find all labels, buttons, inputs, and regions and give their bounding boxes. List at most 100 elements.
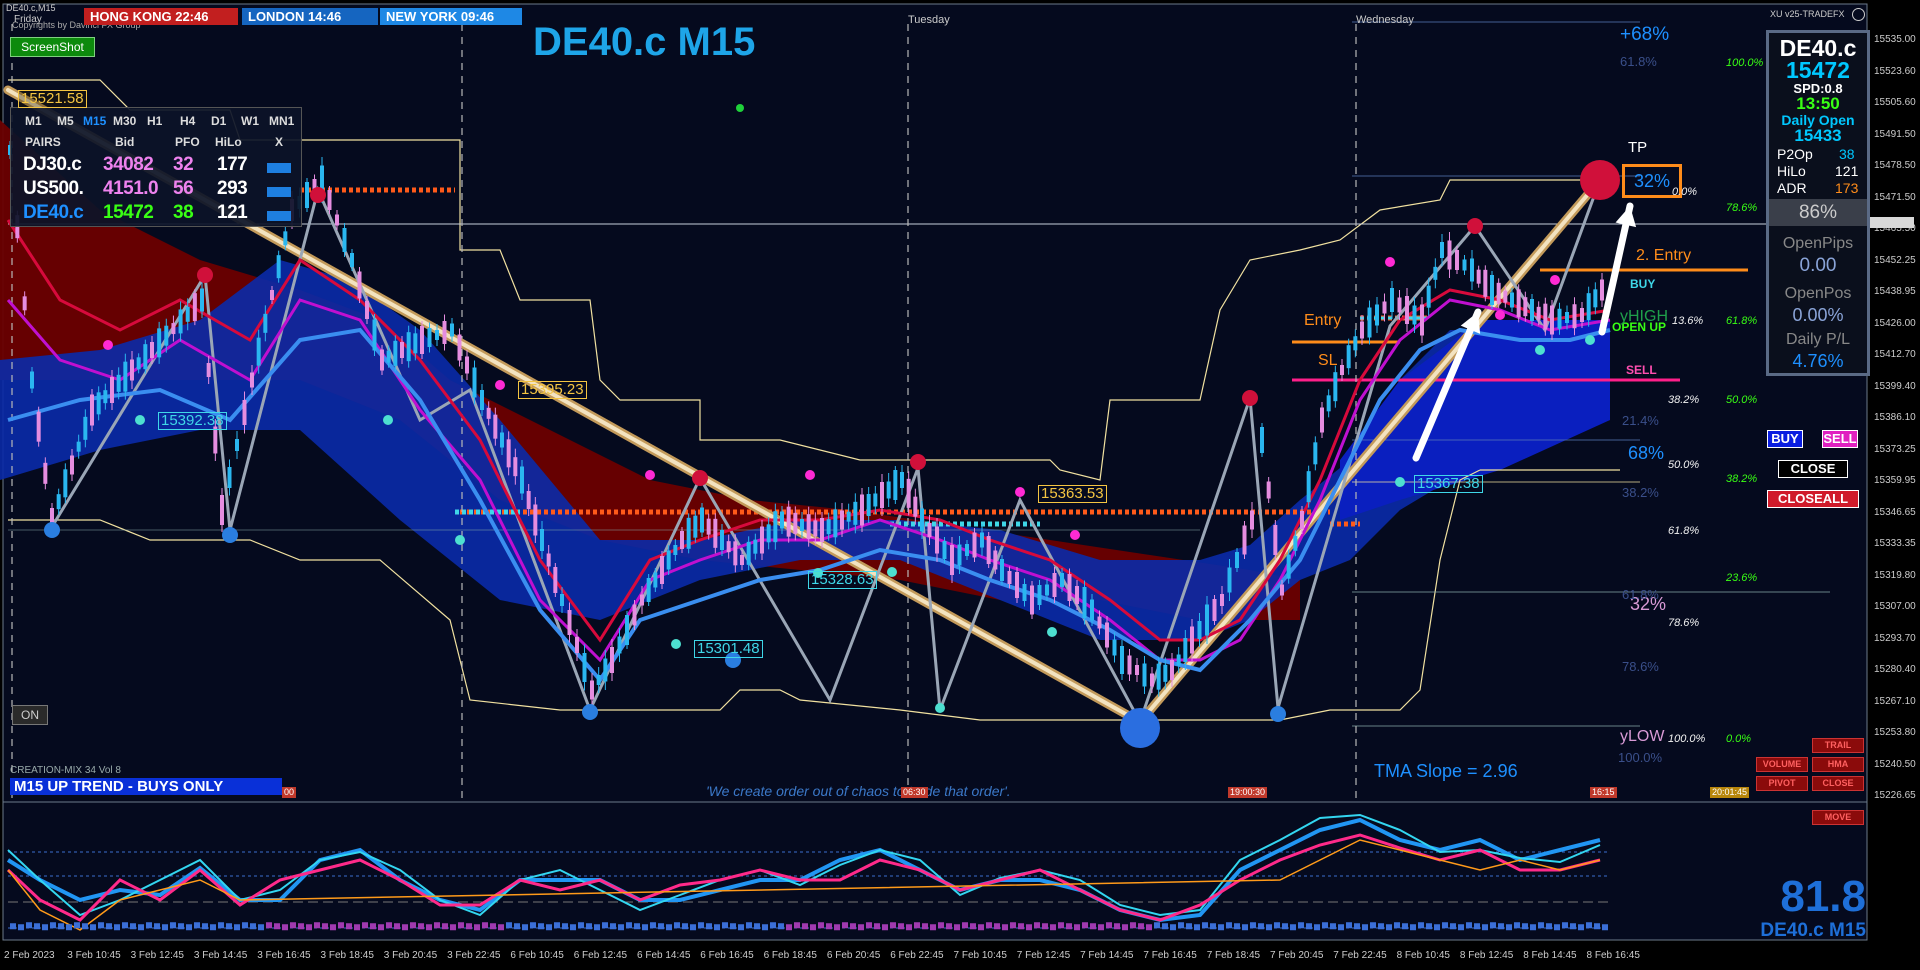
candle-body [526, 491, 531, 509]
sell-button[interactable]: SELL [1822, 430, 1858, 448]
histogram-bar [338, 922, 344, 929]
histogram-bar [98, 922, 104, 929]
histogram-bar [426, 924, 432, 931]
price-tick: 15293.70 [1874, 632, 1916, 644]
pivot-dot [135, 415, 145, 425]
candle-body [1565, 312, 1569, 323]
close-pair-button[interactable] [267, 211, 291, 221]
candle-body [1037, 585, 1042, 605]
info-hilo: 121 [1835, 163, 1859, 179]
tf-h4[interactable]: H4 [180, 114, 195, 128]
price-tick: 15280.40 [1874, 664, 1916, 675]
tf-mn1[interactable]: MN1 [269, 114, 294, 128]
histogram-bar [1066, 923, 1072, 930]
price-tick: 15426.00 [1874, 317, 1916, 329]
hma-toggle[interactable]: HMA [1812, 757, 1864, 772]
histogram-bar [490, 923, 496, 930]
swing-high-marker [910, 454, 926, 470]
candle-body [270, 290, 274, 300]
candle-body [213, 426, 218, 454]
settings-icon[interactable] [1852, 8, 1865, 21]
close-pair-button[interactable] [267, 163, 291, 173]
pair-name[interactable]: DE40.c [23, 202, 84, 224]
swing-high-dot [1385, 257, 1395, 267]
pair-name[interactable]: DJ30.c [23, 154, 82, 176]
price-tick: 15438.95 [1874, 286, 1916, 297]
candle-body [1015, 572, 1019, 598]
tf-w1[interactable]: W1 [241, 114, 259, 128]
pivot-toggle[interactable]: PIVOT [1756, 776, 1808, 791]
tp-marker [1580, 160, 1620, 200]
histogram-bar [546, 924, 552, 931]
candle-body [1052, 573, 1057, 597]
histogram-bar [394, 923, 400, 930]
swing-high-marker [1242, 390, 1258, 406]
candle-body [1075, 586, 1079, 604]
candle-body [185, 306, 190, 322]
on-toggle-button[interactable]: ON [12, 705, 48, 725]
screenshot-button[interactable]: ScreenShot [10, 37, 95, 57]
clock-hong-kong: HONG KONG 22:46 [84, 8, 238, 25]
histogram-bar [1314, 924, 1320, 931]
candle-body [192, 293, 197, 322]
histogram-bar [482, 922, 488, 929]
candle-body [1030, 585, 1034, 615]
fib-level: 61.8% [1726, 315, 1758, 327]
date-tick: 7 Feb 10:45 [953, 950, 1007, 961]
swing-high-dot [1070, 530, 1080, 540]
histogram-bar [1434, 924, 1440, 931]
sell-line-label: SELL [1626, 363, 1657, 377]
candle-body [820, 518, 824, 542]
candle-body [406, 332, 411, 362]
histogram-bar [314, 922, 320, 929]
candle-body [1212, 599, 1217, 621]
tf-m5[interactable]: M5 [57, 114, 74, 128]
tf-m1[interactable]: M1 [25, 114, 42, 128]
date-tick: 7 Feb 16:45 [1143, 950, 1197, 961]
pivot-dot [1047, 627, 1057, 637]
candle-body [846, 511, 851, 522]
histogram-bar [106, 923, 112, 930]
volume-toggle[interactable]: VOLUME [1756, 757, 1808, 772]
date-tick: 3 Feb 20:45 [383, 950, 438, 961]
tf-m15[interactable]: M15 [83, 114, 106, 128]
closeall-button[interactable]: CLOSEALL [1767, 490, 1859, 508]
pair-name[interactable]: US500. [23, 178, 84, 200]
candle-body [660, 556, 664, 584]
move-toggle[interactable]: MOVE [1812, 810, 1864, 825]
tf-m30[interactable]: M30 [113, 114, 136, 128]
trail-toggle[interactable]: TRAIL [1812, 738, 1864, 753]
histogram-bar [1002, 924, 1008, 931]
histogram-bar [842, 922, 848, 929]
tf-d1[interactable]: D1 [211, 114, 226, 128]
candle-body [1586, 293, 1591, 321]
fib-level: 23.6% [1726, 572, 1758, 584]
close-toggle[interactable]: CLOSE [1812, 776, 1864, 791]
tf-h1[interactable]: H1 [147, 114, 162, 128]
histogram-bar [1442, 922, 1448, 929]
price-tick: 15267.10 [1874, 695, 1916, 707]
swing-low-marker [1270, 706, 1286, 722]
histogram-bar [1250, 922, 1256, 929]
histogram-bar [642, 924, 648, 931]
buy-button[interactable]: BUY [1767, 430, 1803, 448]
date-tick: 6 Feb 22:45 [890, 950, 944, 961]
price-tick: 15307.00 [1874, 601, 1916, 612]
candle-body [342, 228, 347, 252]
histogram-bar [1290, 924, 1296, 931]
candle-body [1183, 638, 1188, 662]
close-button[interactable]: CLOSE [1778, 460, 1848, 478]
histogram-bar [778, 923, 784, 930]
histogram-bar [762, 924, 768, 931]
histogram-bar [1546, 923, 1552, 930]
histogram-bar [978, 924, 984, 931]
histogram-bar [298, 923, 304, 930]
histogram-bar [954, 924, 960, 931]
close-pair-button[interactable] [267, 187, 291, 197]
fib-level: 61.8% [1622, 587, 1659, 602]
histogram-bar [1138, 923, 1144, 930]
histogram-bar [362, 922, 368, 929]
candle-body [1503, 290, 1508, 303]
day-label-wednesday: Wednesday [1356, 14, 1414, 26]
histogram-bar [266, 922, 272, 929]
